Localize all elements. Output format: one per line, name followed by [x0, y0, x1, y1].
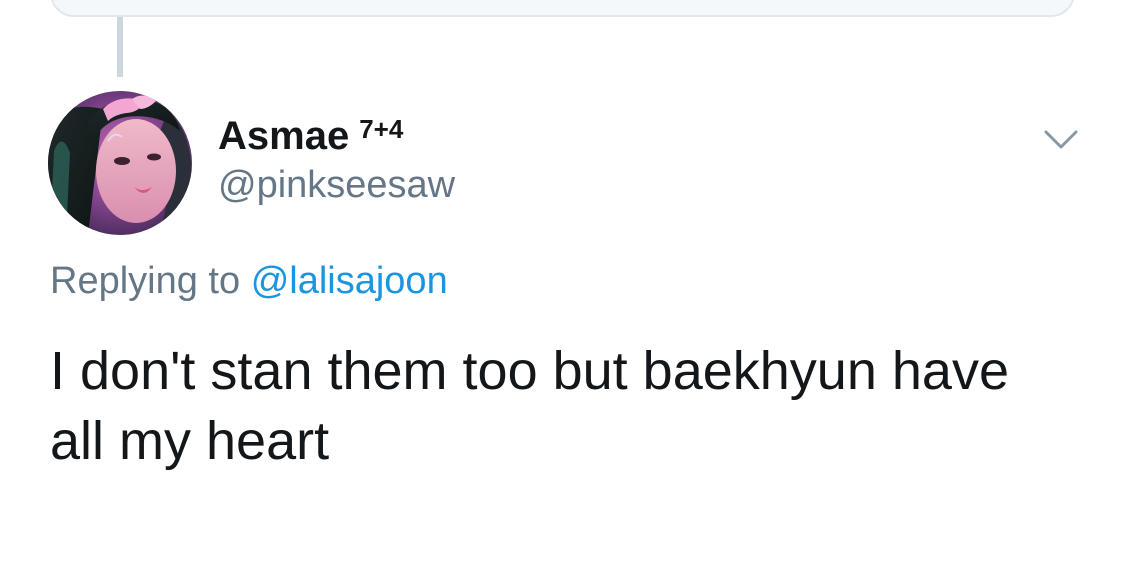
tweet-text: I don't stan them too but baekhyun have …	[50, 341, 1009, 472]
avatar[interactable]	[48, 91, 192, 235]
replying-to-mention-link[interactable]: @lalisajoon	[251, 260, 448, 302]
replying-to-line: Replying to @lalisajoon	[50, 259, 448, 305]
thread-connector-line	[117, 17, 123, 77]
avatar-image	[48, 91, 192, 235]
chevron-down-icon[interactable]	[1040, 118, 1082, 160]
quoted-tweet-card[interactable]	[50, 0, 1075, 17]
author-handle[interactable]: @pinkseesaw	[218, 163, 455, 209]
replying-to-label: Replying to	[50, 260, 241, 302]
author-name-row[interactable]: Asmae 7+4	[218, 112, 403, 160]
author-name-suffix: 7+4	[359, 114, 404, 144]
author-display-name[interactable]: Asmae	[218, 112, 349, 160]
